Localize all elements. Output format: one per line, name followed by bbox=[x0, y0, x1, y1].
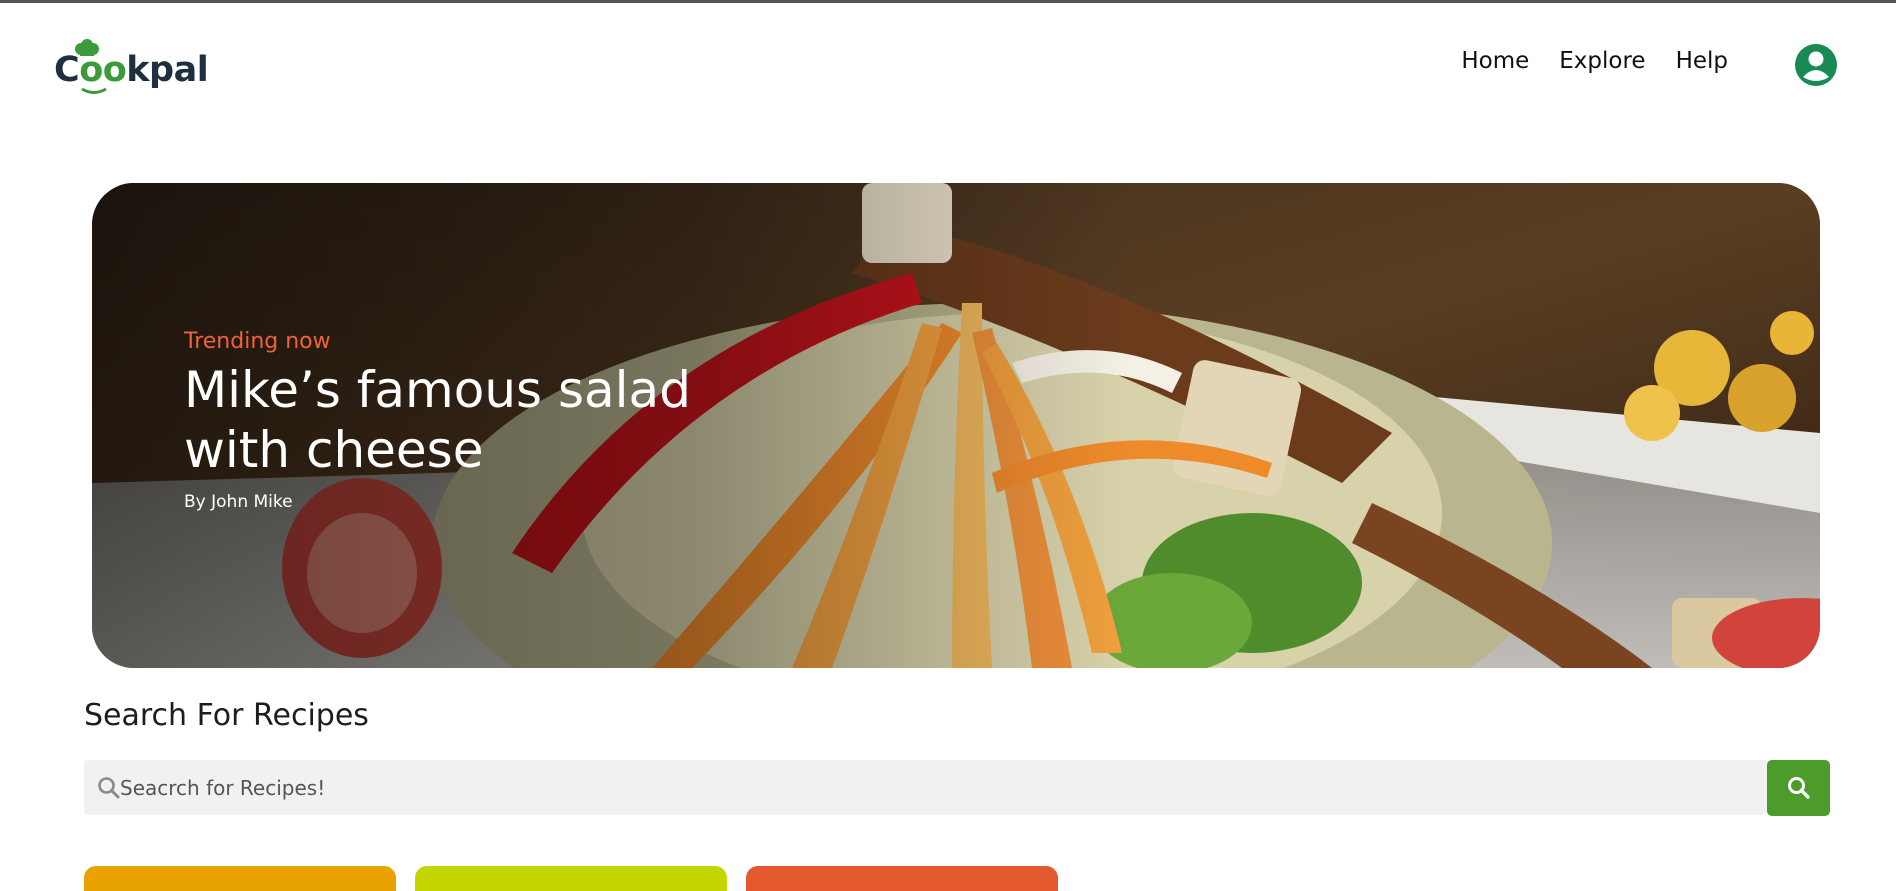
hero-author: By John Mike bbox=[184, 492, 293, 512]
category-card-3[interactable] bbox=[746, 866, 1058, 891]
logo-wordmark: Cookpal bbox=[54, 50, 209, 90]
search-button-icon bbox=[1787, 777, 1810, 799]
user-avatar-button[interactable] bbox=[1794, 43, 1838, 87]
search-icon bbox=[98, 777, 120, 799]
trending-label: Trending now bbox=[184, 329, 331, 354]
hero-text: Trending now Mike’s famous salad with ch… bbox=[184, 329, 824, 512]
nav-explore[interactable]: Explore bbox=[1559, 48, 1645, 74]
search-input[interactable] bbox=[120, 760, 1720, 815]
nav-help[interactable]: Help bbox=[1676, 48, 1728, 74]
category-card-1[interactable] bbox=[84, 866, 396, 891]
window-top-border bbox=[0, 0, 1896, 3]
cookpal-logo[interactable]: Cookpal bbox=[54, 34, 209, 96]
search-button[interactable] bbox=[1767, 760, 1830, 816]
main-nav: Home Explore Help bbox=[1461, 48, 1728, 74]
search-heading: Search For Recipes bbox=[84, 698, 369, 733]
user-circle-icon bbox=[1795, 44, 1837, 86]
hero-title-line1: Mike’s famous salad bbox=[184, 361, 691, 419]
nav-home[interactable]: Home bbox=[1461, 48, 1529, 74]
category-card-2[interactable] bbox=[415, 866, 727, 891]
hero-title-line2: with cheese bbox=[184, 421, 484, 479]
hero-title[interactable]: Mike’s famous salad with cheese bbox=[184, 360, 824, 480]
trending-hero-banner[interactable]: Trending now Mike’s famous salad with ch… bbox=[92, 183, 1820, 668]
search-bar bbox=[84, 760, 1767, 815]
